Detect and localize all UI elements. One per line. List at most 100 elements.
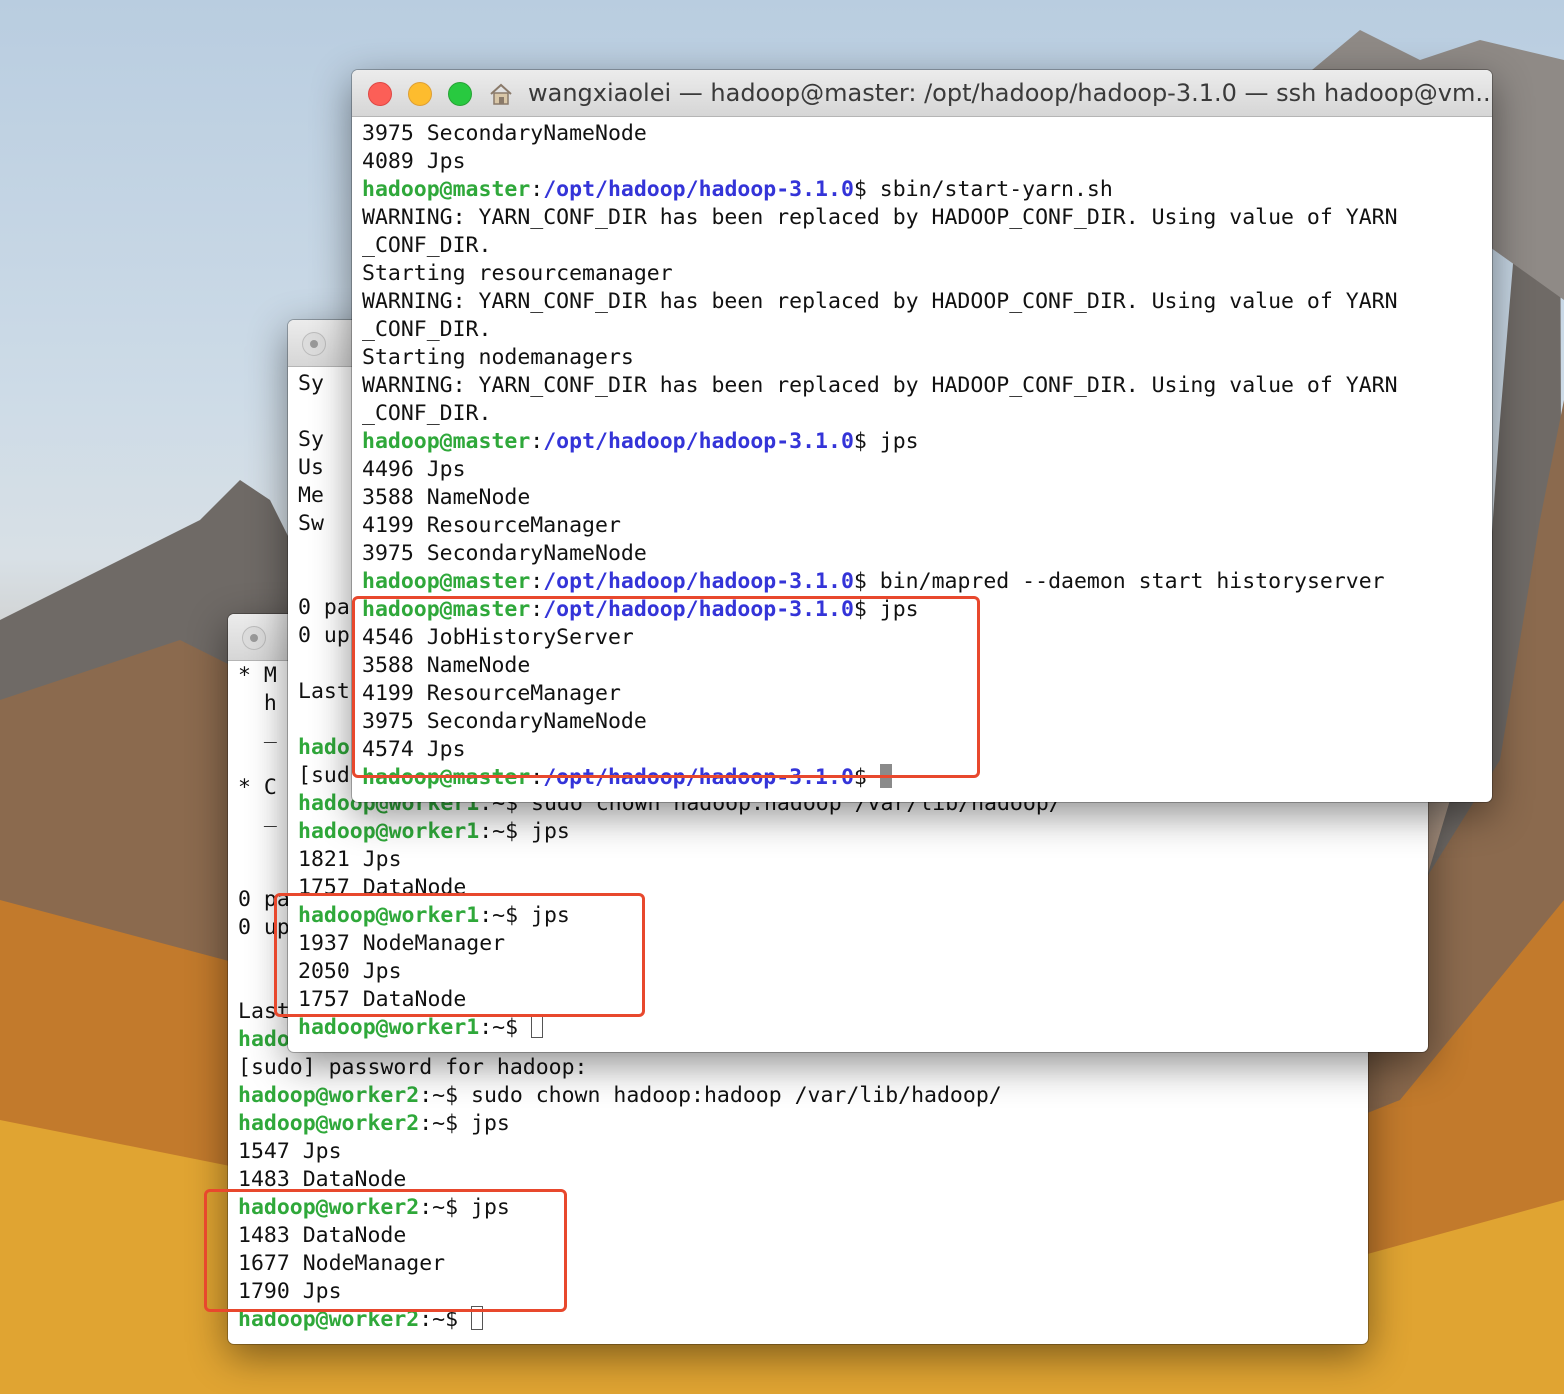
terminal-line: * C [238, 774, 290, 802]
minimize-button[interactable] [408, 82, 432, 106]
terminal-line: 0 pa [298, 594, 350, 622]
line-text: Sy [298, 371, 324, 396]
line-text: 0 up [298, 623, 350, 648]
prompt-path: /opt/hadoop/hadoop-3.1.0 [543, 429, 854, 454]
terminal-line: h [238, 690, 290, 718]
terminal-line: _CONF_DIR. [362, 316, 1398, 344]
line-text: $ bin/mapred --daemon start historyserve… [853, 569, 1385, 594]
terminal-line: 3588 NameNode [362, 484, 1398, 512]
line-text: :~$ sudo chown hadoop:hadoop /var/lib/ha… [419, 1083, 1002, 1108]
line-text: Sy [298, 427, 324, 452]
terminal-line: Sy [298, 426, 350, 454]
line-text: _CONF_DIR. [362, 317, 492, 342]
prompt-user: hadoop@worker1 [298, 1015, 480, 1040]
line-text: _ [238, 803, 277, 828]
terminal-line: [sudo] password for hadoop: [238, 1054, 1002, 1082]
line-text: : [530, 177, 544, 202]
close-button[interactable] [242, 626, 266, 650]
terminal-line: WARNING: YARN_CONF_DIR has been replaced… [362, 204, 1398, 232]
line-text: [sud [298, 763, 350, 788]
line-text: Us [298, 455, 324, 480]
terminal-line: 1547 Jps [238, 1138, 1002, 1166]
terminal-line: hadoop@worker1:~$ [298, 1014, 1062, 1042]
line-text: * M [238, 663, 277, 688]
close-button[interactable] [302, 332, 326, 356]
terminal-line: hadoop@master:/opt/hadoop/hadoop-3.1.0$ … [362, 176, 1398, 204]
line-text: $ sbin/start-yarn.sh [853, 177, 1113, 202]
terminal-line: Sw [298, 510, 350, 538]
prompt-user: hadoop@master [362, 569, 531, 594]
line-text: 4089 Jps [362, 149, 466, 174]
close-button[interactable] [368, 82, 392, 106]
line-text: Starting nodemanagers [362, 345, 634, 370]
terminal-line: Starting resourcemanager [362, 260, 1398, 288]
terminal-line: 0 up [298, 622, 350, 650]
terminal-line: _CONF_DIR. [362, 400, 1398, 428]
line-text: :~$ jps [479, 819, 570, 844]
line-text: 1821 Jps [298, 847, 402, 872]
line-text: WARNING: YARN_CONF_DIR has been replaced… [362, 289, 1398, 314]
line-text: 1547 Jps [238, 1139, 342, 1164]
line-text: h [238, 691, 277, 716]
line-text: : [530, 569, 544, 594]
terminal-line: hadoop@master:/opt/hadoop/hadoop-3.1.0$ … [362, 568, 1398, 596]
highlight-box-worker1-jps [274, 893, 645, 1017]
line-text: Sw [298, 511, 324, 536]
line-text: 3975 SecondaryNameNode [362, 121, 647, 146]
terminal-line: Starting nodemanagers [362, 344, 1398, 372]
highlight-box-master-jps [352, 596, 980, 778]
line-text: 3588 NameNode [362, 485, 531, 510]
zoom-button[interactable] [448, 82, 472, 106]
home-icon [490, 83, 512, 105]
terminal-line: hadoop@master:/opt/hadoop/hadoop-3.1.0$ … [362, 428, 1398, 456]
prompt-user: hadoop@worker1 [298, 819, 480, 844]
terminal-line: 4089 Jps [362, 148, 1398, 176]
line-text: _ [238, 719, 277, 744]
prompt-user: hado [298, 735, 350, 760]
terminal-line: WARNING: YARN_CONF_DIR has been replaced… [362, 288, 1398, 316]
line-text: WARNING: YARN_CONF_DIR has been replaced… [362, 373, 1398, 398]
terminal-line: * M [238, 662, 290, 690]
prompt-path: /opt/hadoop/hadoop-3.1.0 [543, 569, 854, 594]
line-text: _CONF_DIR. [362, 401, 492, 426]
title-bar[interactable]: wangxiaolei — hadoop@master: /opt/hadoop… [352, 70, 1492, 117]
prompt-user: hadoop@master [362, 429, 531, 454]
terminal-line: 3975 SecondaryNameNode [362, 120, 1398, 148]
prompt-user: hadoop@master [362, 177, 531, 202]
window-title: wangxiaolei — hadoop@master: /opt/hadoop… [528, 79, 1492, 107]
prompt-user: hadoop@worker2 [238, 1083, 420, 1108]
terminal-line: 4496 Jps [362, 456, 1398, 484]
terminal-line: hadoop@worker2:~$ sudo chown hadoop:hado… [238, 1082, 1002, 1110]
terminal-line: Sy [298, 370, 350, 398]
line-text: 4199 ResourceManager [362, 513, 621, 538]
terminal-line: hadoop@worker2:~$ jps [238, 1110, 1002, 1138]
line-text: Last [298, 679, 350, 704]
terminal-line: _ [238, 718, 290, 746]
terminal-line: 3975 SecondaryNameNode [362, 540, 1398, 568]
terminal-line: 1821 Jps [298, 846, 1062, 874]
highlight-box-worker2-jps [204, 1189, 567, 1312]
terminal-line: Me [298, 482, 350, 510]
terminal-line: hadoop@worker1:~$ jps [298, 818, 1062, 846]
prompt-user: hado [238, 1027, 290, 1052]
line-text: WARNING: YARN_CONF_DIR has been replaced… [362, 205, 1398, 230]
terminal-line: Last [298, 678, 350, 706]
line-text: _CONF_DIR. [362, 233, 492, 258]
line-text: [sudo] password for hadoop: [238, 1055, 588, 1080]
terminal-line: WARNING: YARN_CONF_DIR has been replaced… [362, 372, 1398, 400]
terminal-line: Us [298, 454, 350, 482]
line-text: 3975 SecondaryNameNode [362, 541, 647, 566]
cursor [531, 1014, 543, 1038]
line-text: : [530, 429, 544, 454]
line-text: Me [298, 483, 324, 508]
line-text: $ jps [853, 429, 919, 454]
terminal-line: _CONF_DIR. [362, 232, 1398, 260]
prompt-path: /opt/hadoop/hadoop-3.1.0 [543, 177, 854, 202]
prompt-user: hadoop@worker2 [238, 1111, 420, 1136]
line-text: 0 pa [298, 595, 350, 620]
